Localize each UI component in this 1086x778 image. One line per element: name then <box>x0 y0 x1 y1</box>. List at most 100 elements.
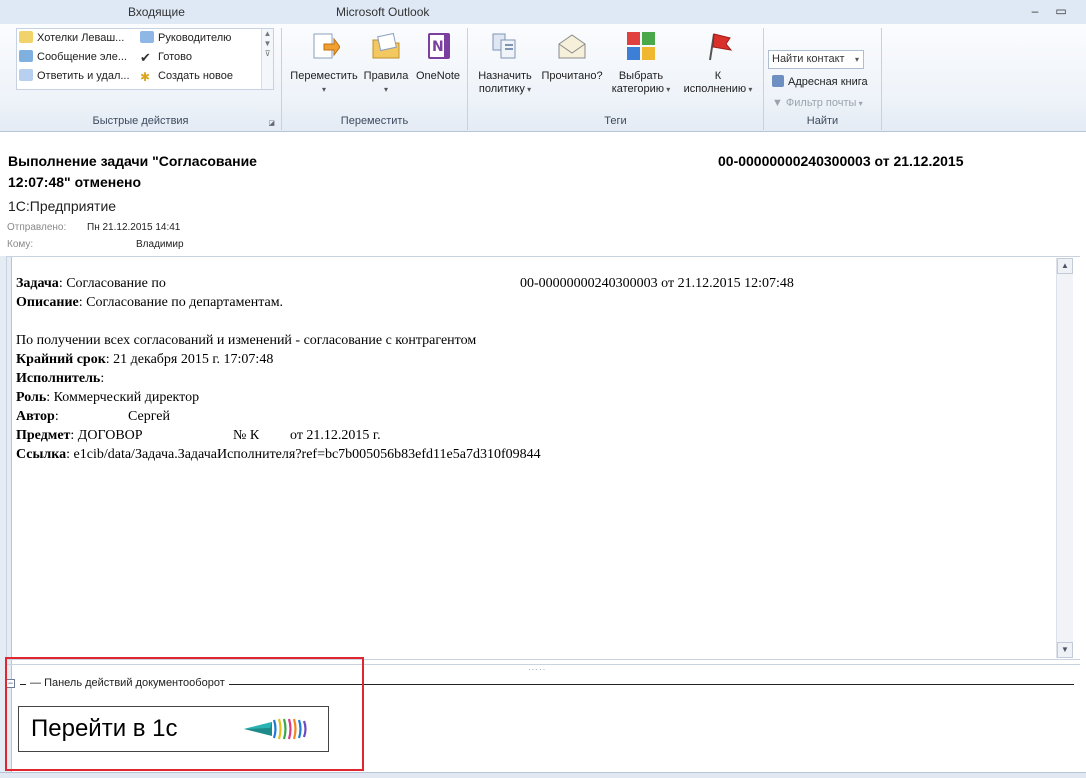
folder-title: Входящие <box>128 5 185 19</box>
chevron-down-icon: ▾ <box>524 85 532 94</box>
link-value[interactable]: : e1cib/data/Задача.ЗадачаИсполнителя?re… <box>66 447 541 462</box>
group-label: Теги <box>604 115 627 127</box>
move-group: Переместить ▾ Правила ▾ N OneNote Переме… <box>282 28 468 130</box>
filter-icon: ▼ <box>772 97 783 109</box>
performer-value: : <box>100 371 105 386</box>
chevron-down-icon: ▾ <box>746 85 753 94</box>
assign-policy-label-2: политику <box>478 83 525 95</box>
move-label: Переместить <box>290 70 358 82</box>
gallery-scroll[interactable]: ▲ ▼ ⊽ <box>261 29 273 89</box>
policy-icon <box>492 33 516 59</box>
onenote-icon: N <box>428 33 450 59</box>
quick-step-label: Руководителю <box>158 32 232 44</box>
performer-line: Исполнитель: <box>16 369 104 388</box>
rules-label: Правила <box>363 70 409 82</box>
dialog-launcher-icon[interactable]: ◪ <box>268 119 275 127</box>
quick-step-2[interactable]: Сообщение эле... <box>19 48 127 66</box>
filter-mail-label: Фильтр почты <box>785 97 857 109</box>
categorize-button[interactable]: Выбрать категорию ▾ <box>606 30 676 96</box>
flag-icon <box>709 33 733 61</box>
find-contact-input[interactable]: Найти контакт ▾ <box>768 50 864 69</box>
read-envelope-icon <box>558 34 586 59</box>
subject-line-1: Выполнение задачи "Согласование <box>8 153 257 169</box>
title-bar: Входящие Microsoft Outlook – ▭ <box>0 0 1086 24</box>
followup-button[interactable]: К исполнению ▾ <box>678 30 758 96</box>
quick-step-label: Ответить и удал... <box>37 70 130 82</box>
deadline-label: Крайний срок <box>16 352 106 367</box>
message-icon <box>19 50 33 62</box>
quick-step-label: Создать новое <box>158 70 234 82</box>
subject-doc-date: от 21.12.2015 г. <box>290 428 381 443</box>
onenote-label: OneNote <box>415 70 461 82</box>
sent-value: Пн 21.12.2015 14:41 <box>87 222 181 233</box>
mark-read-button[interactable]: Прочитано? <box>538 30 606 83</box>
description-value: : Согласование по департаментам. <box>78 295 284 310</box>
quick-step-3[interactable]: Ответить и удал... <box>19 67 130 85</box>
filter-mail-button[interactable]: ▼ Фильтр почты ▾ <box>772 94 863 112</box>
to-value[interactable]: Владимир <box>136 239 184 250</box>
task-line: Задача: Согласование по <box>16 274 166 293</box>
quick-step-6[interactable]: ✱ Создать новое <box>140 67 233 85</box>
highlight-box <box>5 657 364 771</box>
deadline-value: : 21 декабря 2015 г. 17:07:48 <box>105 352 274 367</box>
address-book-icon <box>772 75 784 87</box>
subject-line: Предмет: ДОГОВОР <box>16 426 143 445</box>
note-line: По получении всех согласований и изменен… <box>16 333 477 348</box>
description-label: Описание <box>16 295 79 310</box>
task-number: 00-00000000240300003 от 21.12.2015 12:07… <box>520 276 794 291</box>
description-line: Описание: Согласование по департаментам. <box>16 293 283 312</box>
chevron-down-icon: ▾ <box>321 85 326 94</box>
to-label: Кому: <box>7 239 34 250</box>
link-label: Ссылка <box>16 447 67 462</box>
quick-step-1[interactable]: Хотелки Леваш... <box>19 29 124 47</box>
chevron-down-icon: ▾ <box>664 85 671 94</box>
ribbon: Хотелки Леваш... Сообщение эле... Ответи… <box>0 24 1086 132</box>
quick-step-label: Готово <box>158 51 192 63</box>
minimize-button[interactable]: – <box>1026 3 1044 19</box>
rules-button[interactable]: Правила ▾ <box>362 30 410 96</box>
assign-policy-label: Назначить <box>478 70 532 82</box>
chevron-down-icon[interactable]: ▾ <box>855 51 859 68</box>
group-label: Найти <box>806 115 839 127</box>
status-bar <box>0 772 1086 778</box>
message-subject: Выполнение задачи "Согласование 12:07:48… <box>8 151 328 193</box>
reply-delete-icon <box>19 69 33 81</box>
mark-read-label: Прочитано? <box>541 70 603 82</box>
address-book-button[interactable]: Адресная книга <box>772 73 868 91</box>
body-scrollbar[interactable]: ▲ ▼ <box>1056 258 1073 658</box>
deadline-line: Крайний срок: 21 декабря 2015 г. 17:07:4… <box>16 350 273 369</box>
tags-group: Назначить политику ▾ Прочитано? Выбрать … <box>468 28 764 130</box>
group-label: Быстрые действия <box>92 115 189 127</box>
subject-label: Предмет <box>16 428 71 443</box>
checkmark-icon: ✔ <box>140 50 151 65</box>
subject-doc-number: № К <box>233 428 260 443</box>
author-value: : <box>54 409 59 424</box>
group-label: Переместить <box>340 115 409 127</box>
scroll-up-button[interactable]: ▲ <box>1057 258 1073 274</box>
assign-policy-button[interactable]: Назначить политику ▾ <box>472 30 538 96</box>
chevron-down-icon: ▾ <box>856 99 863 108</box>
splitter-grip-icon[interactable]: ····· <box>528 665 546 674</box>
sender-name[interactable]: 1С:Предприятие <box>8 198 116 214</box>
quick-step-label: Хотелки Леваш... <box>37 32 125 44</box>
role-line: Роль: Коммерческий директор <box>16 388 199 407</box>
categorize-label: Выбрать <box>618 70 664 82</box>
scroll-down-button[interactable]: ▼ <box>1057 642 1073 658</box>
categorize-label-2: категорию <box>611 83 665 95</box>
task-value: : Согласование по <box>58 276 166 291</box>
quick-steps-group: Хотелки Леваш... Сообщение эле... Ответи… <box>0 28 282 130</box>
forward-icon <box>140 31 154 43</box>
link-line: Ссылка: e1cib/data/Задача.ЗадачаИсполнит… <box>16 445 541 464</box>
role-label: Роль <box>16 390 47 405</box>
quick-step-5[interactable]: ✔ Готово <box>140 48 192 66</box>
quick-steps-gallery: Хотелки Леваш... Сообщение эле... Ответи… <box>16 28 274 90</box>
quick-step-4[interactable]: Руководителю <box>140 29 231 47</box>
onenote-button[interactable]: N OneNote <box>412 30 464 83</box>
app-title: Microsoft Outlook <box>336 5 430 19</box>
address-book-label: Адресная книга <box>788 76 868 88</box>
author-line: Автор: <box>16 407 59 426</box>
maximize-button[interactable]: ▭ <box>1052 3 1070 19</box>
find-contact-text: Найти контакт <box>772 53 845 65</box>
sent-label: Отправлено: <box>7 222 67 233</box>
move-button[interactable]: Переместить ▾ <box>288 30 360 96</box>
